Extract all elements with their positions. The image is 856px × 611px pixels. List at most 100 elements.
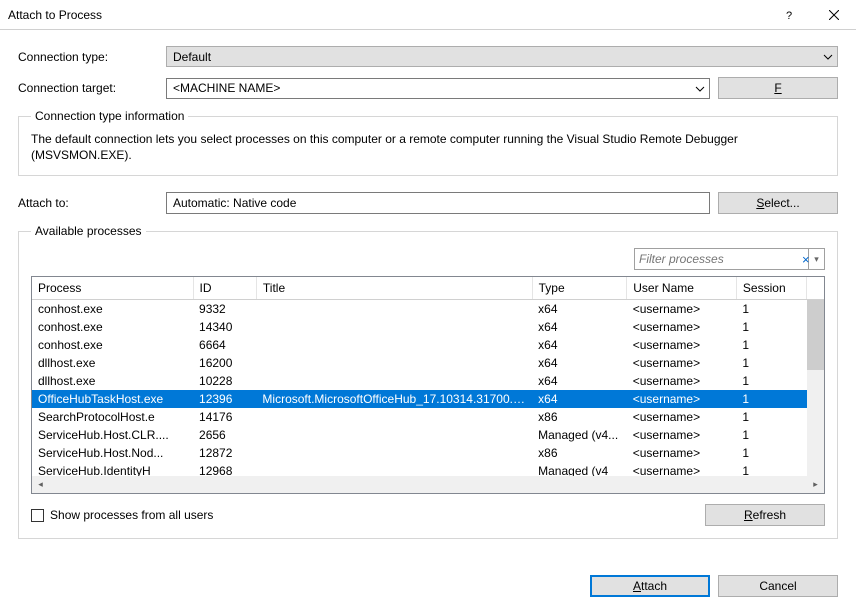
scroll-left-icon[interactable]: ◂ xyxy=(32,476,49,493)
connection-type-label: Connection type: xyxy=(18,50,158,64)
cell-session: 1 xyxy=(736,318,806,336)
table-row[interactable]: ServiceHub.Host.Nod...12872x86<username>… xyxy=(32,444,824,462)
window-title: Attach to Process xyxy=(0,8,766,22)
col-scrollbar-spacer xyxy=(807,277,824,300)
checkbox-box[interactable] xyxy=(31,509,44,522)
cell-process: conhost.exe xyxy=(32,336,193,354)
cell-title xyxy=(256,372,532,390)
cell-id: 12968 xyxy=(193,462,256,476)
cell-type: x64 xyxy=(532,336,627,354)
col-session[interactable]: Session xyxy=(736,277,806,300)
cell-user: <username> xyxy=(627,408,737,426)
cancel-button[interactable]: Cancel xyxy=(718,575,838,597)
cell-title xyxy=(256,462,532,476)
cell-user: <username> xyxy=(627,300,737,319)
cell-type: x64 xyxy=(532,300,627,319)
available-processes-legend: Available processes xyxy=(31,224,146,238)
cell-user: <username> xyxy=(627,462,737,476)
cell-session: 1 xyxy=(736,354,806,372)
chevron-down-icon xyxy=(695,83,705,97)
show-all-users-checkbox[interactable]: Show processes from all users xyxy=(31,508,213,522)
cell-process: dllhost.exe xyxy=(32,372,193,390)
filter-dropdown-button[interactable]: ▾ xyxy=(809,248,825,270)
scrollbar-thumb[interactable] xyxy=(807,300,824,370)
cell-session: 1 xyxy=(736,462,806,476)
attach-to-label: Attach to: xyxy=(18,196,158,210)
cell-process: OfficeHubTaskHost.exe xyxy=(32,390,193,408)
table-row[interactable]: ServiceHub.Host.CLR....2656Managed (v4..… xyxy=(32,426,824,444)
cell-type: x64 xyxy=(532,318,627,336)
filter-input[interactable] xyxy=(639,252,796,266)
attach-button[interactable]: Attach xyxy=(590,575,710,597)
cell-type: x64 xyxy=(532,372,627,390)
connection-type-value: Default xyxy=(173,50,211,64)
help-button[interactable]: ? xyxy=(766,0,811,29)
cell-user: <username> xyxy=(627,426,737,444)
cell-user: <username> xyxy=(627,354,737,372)
connection-target-combo[interactable]: <MACHINE NAME> xyxy=(166,78,710,99)
table-row[interactable]: dllhost.exe16200x64<username>1 xyxy=(32,354,824,372)
chevron-down-icon xyxy=(823,51,833,65)
table-header-row: Process ID Title Type User Name Session xyxy=(32,277,824,300)
table-row[interactable]: conhost.exe9332 x64<username>1 xyxy=(32,300,824,319)
attach-to-value: Automatic: Native code xyxy=(166,192,710,214)
refresh-button[interactable]: Refresh xyxy=(705,504,825,526)
col-id[interactable]: ID xyxy=(193,277,256,300)
cell-user: <username> xyxy=(627,336,737,354)
table-row[interactable]: ServiceHub.IdentityH12968 Managed (v4<use… xyxy=(32,462,824,476)
horizontal-scrollbar[interactable]: ◂ ▸ xyxy=(32,476,824,493)
cell-process: conhost.exe xyxy=(32,300,193,319)
connection-target-label: Connection target: xyxy=(18,81,158,95)
cell-session: 1 xyxy=(736,426,806,444)
col-title[interactable]: Title xyxy=(256,277,532,300)
cell-session: 1 xyxy=(736,390,806,408)
cell-id: 16200 xyxy=(193,354,256,372)
cell-session: 1 xyxy=(736,444,806,462)
cell-id: 9332 xyxy=(193,300,256,319)
col-process[interactable]: Process xyxy=(32,277,193,300)
cell-user: <username> xyxy=(627,318,737,336)
cell-process: conhost.exe xyxy=(32,318,193,336)
scroll-right-icon[interactable]: ▸ xyxy=(807,476,824,493)
cell-title xyxy=(256,408,532,426)
cell-process: SearchProtocolHost.e xyxy=(32,408,193,426)
table-row[interactable]: SearchProtocolHost.e14176x86<username>1 xyxy=(32,408,824,426)
table-row[interactable]: dllhost.exe10228x64<username>1 xyxy=(32,372,824,390)
cell-type: x86 xyxy=(532,408,627,426)
table-row[interactable]: OfficeHubTaskHost.exe12396Microsoft.Micr… xyxy=(32,390,824,408)
cell-user: <username> xyxy=(627,390,737,408)
cell-id: 12872 xyxy=(193,444,256,462)
cell-user: <username> xyxy=(627,372,737,390)
cell-session: 1 xyxy=(736,372,806,390)
table-row[interactable]: conhost.exe14340 x64<username>1 xyxy=(32,318,824,336)
info-text: The default connection lets you select p… xyxy=(31,131,825,163)
process-table: Process ID Title Type User Name Session … xyxy=(31,276,825,494)
cell-title xyxy=(256,318,532,336)
close-button[interactable] xyxy=(811,0,856,29)
col-user[interactable]: User Name xyxy=(627,277,737,300)
cell-title xyxy=(256,426,532,444)
cell-title xyxy=(256,300,532,319)
cell-session: 1 xyxy=(736,300,806,319)
connection-type-combo[interactable]: Default xyxy=(166,46,838,67)
cell-session: 1 xyxy=(736,408,806,426)
filter-processes-box[interactable]: × xyxy=(634,248,809,270)
cell-type: Managed (v4 xyxy=(532,462,627,476)
find-button[interactable]: F xyxy=(718,77,838,99)
cell-process: ServiceHub.IdentityH xyxy=(32,462,193,476)
col-type[interactable]: Type xyxy=(532,277,627,300)
cell-type: Managed (v4... xyxy=(532,426,627,444)
cell-process: dllhost.exe xyxy=(32,354,193,372)
cell-id: 6664 xyxy=(193,336,256,354)
cell-title xyxy=(256,354,532,372)
cell-process: ServiceHub.Host.Nod... xyxy=(32,444,193,462)
vertical-scrollbar[interactable] xyxy=(807,300,824,476)
select-button[interactable]: Select... xyxy=(718,192,838,214)
svg-text:?: ? xyxy=(786,10,792,20)
cell-title xyxy=(256,444,532,462)
cell-process: ServiceHub.Host.CLR.... xyxy=(32,426,193,444)
table-row[interactable]: conhost.exe6664 x64<username>1 xyxy=(32,336,824,354)
cell-id: 14340 xyxy=(193,318,256,336)
cell-session: 1 xyxy=(736,336,806,354)
connection-target-value: <MACHINE NAME> xyxy=(173,81,280,95)
